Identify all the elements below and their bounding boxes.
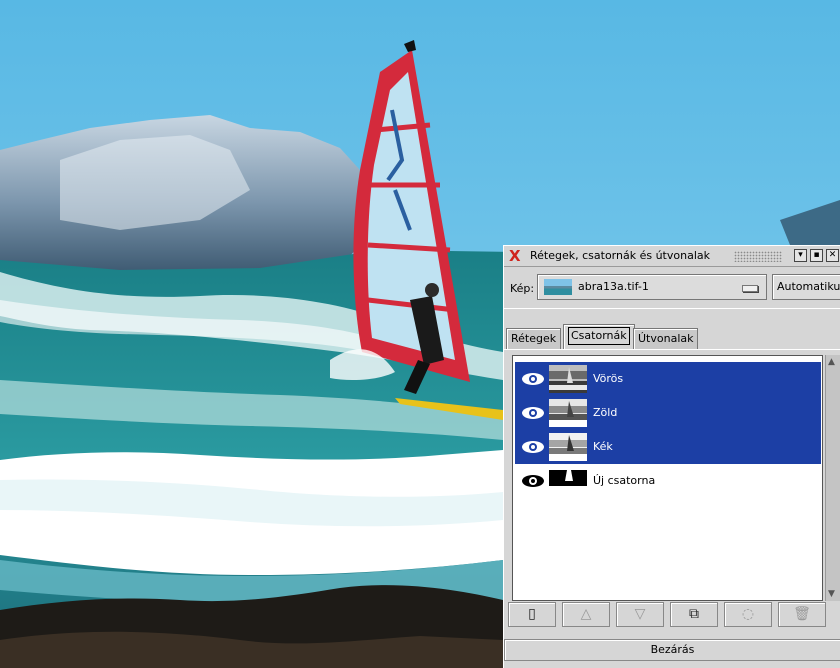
tab-channels-label: Csatornák (568, 327, 630, 345)
title-bar[interactable]: X Rétegek, csatornák és útvonalak ▾ ▪ ✕ (504, 246, 840, 267)
delete-channel-button[interactable]: 🗑 (778, 602, 826, 627)
tab-bar: Rétegek Csatornák Útvonalak (504, 324, 840, 350)
channel-row-new[interactable]: Új csatorna (515, 464, 821, 498)
channel-thumbnail (549, 365, 587, 393)
title-grip[interactable] (734, 251, 782, 262)
image-row: Kép: abra13a.tif-1 Automatikus (504, 268, 840, 309)
new-channel-button[interactable]: ▯ (508, 602, 556, 627)
layers-channels-paths-dialog: X Rétegek, csatornák és útvonalak ▾ ▪ ✕ … (503, 245, 840, 668)
scroll-down-arrow-icon[interactable]: ▼ (828, 589, 835, 599)
channel-to-selection-button[interactable]: ◌ (724, 602, 772, 627)
image-select[interactable]: abra13a.tif-1 (537, 274, 767, 300)
new-channel-icon: ▯ (528, 606, 536, 622)
image-select-value: abra13a.tif-1 (578, 280, 649, 293)
channel-row-green[interactable]: Zöld (515, 396, 821, 430)
tab-paths-label: Útvonalak (638, 332, 694, 345)
close-window-button[interactable]: ✕ (826, 249, 839, 262)
visibility-eye-icon[interactable] (521, 371, 545, 387)
duplicate-channel-button[interactable]: ⧉ (670, 602, 718, 627)
scroll-up-arrow-icon[interactable]: ▲ (828, 357, 835, 367)
channels-panel: Vörös Zöld Kék Új csatorna ▲ ▼ (504, 349, 840, 601)
channel-toolbar: ▯ △ ▽ ⧉ ◌ 🗑 (504, 600, 840, 630)
option-menu-indicator-icon (742, 285, 758, 292)
channel-name: Kék (593, 440, 613, 453)
image-label: Kép: (510, 282, 535, 295)
channel-name: Vörös (593, 372, 624, 385)
visibility-eye-icon[interactable] (521, 439, 545, 455)
visibility-eye-icon[interactable] (521, 405, 545, 421)
x-logo-icon: X (509, 247, 521, 265)
auto-button[interactable]: Automatikus (772, 274, 840, 300)
shade-button[interactable]: ▾ (794, 249, 807, 262)
raise-icon: △ (580, 606, 592, 622)
channel-row-red[interactable]: Vörös (515, 362, 821, 396)
channel-thumbnail (549, 399, 587, 427)
channel-name: Új csatorna (593, 474, 656, 487)
channel-thumbnail (549, 433, 587, 461)
channel-thumbnail (549, 467, 587, 495)
image-thumbnail (544, 279, 572, 295)
visibility-eye-icon[interactable] (521, 473, 545, 489)
raise-channel-button[interactable]: △ (562, 602, 610, 627)
lower-icon: ▽ (634, 606, 646, 622)
lower-channel-button[interactable]: ▽ (616, 602, 664, 627)
channel-list-scrollbar[interactable]: ▲ ▼ (825, 355, 840, 601)
tab-layers-label: Rétegek (511, 332, 557, 345)
tab-channels[interactable]: Csatornák (563, 324, 635, 350)
minimize-button[interactable]: ▪ (810, 249, 823, 262)
channel-name: Zöld (593, 406, 618, 419)
delete-icon: 🗑 (793, 606, 811, 622)
channel-row-blue[interactable]: Kék (515, 430, 821, 464)
channel-to-selection-icon: ◌ (741, 606, 755, 622)
tab-layers[interactable]: Rétegek (506, 328, 562, 350)
channel-list[interactable]: Vörös Zöld Kék Új csatorna (512, 355, 823, 601)
close-button[interactable]: Bezárás (504, 639, 840, 661)
window-title: Rétegek, csatornák és útvonalak (530, 249, 710, 262)
duplicate-icon: ⧉ (689, 606, 699, 622)
tab-paths[interactable]: Útvonalak (633, 328, 699, 350)
